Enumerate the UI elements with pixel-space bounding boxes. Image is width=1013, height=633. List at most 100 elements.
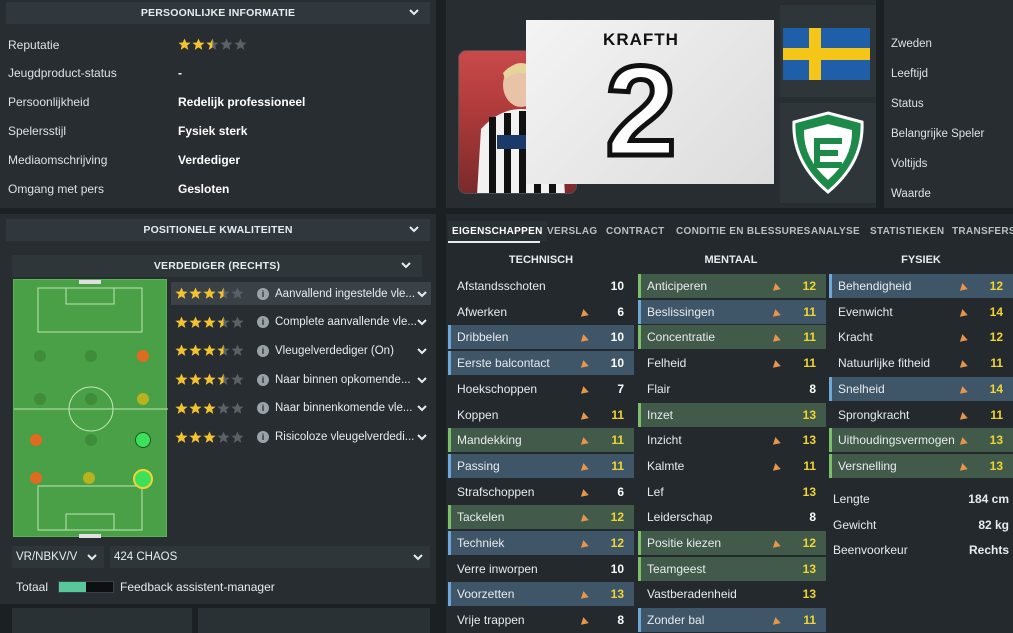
role-select[interactable]: VR/NBKV/V	[12, 546, 104, 568]
progress-arrow-icon	[770, 434, 784, 446]
position-select[interactable]: VERDEDIGER (RECHTS)	[12, 255, 422, 277]
pitch-position-dot[interactable]	[85, 350, 97, 362]
tab-statistieken[interactable]: STATISTIEKEN	[866, 221, 948, 241]
side-info-row: Status	[891, 98, 924, 110]
pitch-position-dot[interactable]	[135, 432, 151, 448]
technical-attribute-row[interactable]: Vrije trappen 8	[448, 608, 634, 632]
pitch-position-dot[interactable]	[85, 393, 97, 405]
physical-attribute-row[interactable]: Snelheid 14	[829, 376, 1013, 401]
mental-attribute-row[interactable]: Felheid 11	[638, 351, 826, 375]
technical-attribute-row[interactable]: Eerste balcontact 10	[448, 351, 634, 376]
technical-attribute-row[interactable]: Afstandsschoten 10	[448, 274, 634, 298]
side-info-row: Leeftijd	[891, 68, 929, 80]
role-row[interactable]: i Naar binnenkomende vle...	[171, 397, 431, 420]
technical-attribute-row[interactable]: Mandekking 11	[448, 428, 634, 453]
side-info-row: Voltijds	[891, 158, 928, 170]
pitch-position-dot[interactable]	[34, 350, 46, 362]
physical-attribute-row[interactable]: Natuurlijke fitheid 11	[829, 351, 1013, 375]
attribute-name: Verre inworpen	[457, 561, 538, 576]
technical-attribute-row[interactable]: Dribbelen 10	[448, 325, 634, 350]
info-icon[interactable]: i	[257, 431, 269, 443]
pitch-position-dot[interactable]	[34, 393, 46, 405]
chevron-down-icon[interactable]	[416, 402, 428, 414]
pitch-position-dot[interactable]	[30, 434, 42, 446]
chevron-down-icon[interactable]	[416, 431, 428, 443]
tactic-select[interactable]: 424 CHAOS	[110, 546, 430, 568]
pitch-position-dot[interactable]	[137, 350, 149, 362]
tab-conditie-en-blessures[interactable]: CONDITIE EN BLESSURES	[672, 221, 815, 241]
attribute-name: Behendigheid	[838, 279, 912, 293]
mental-attribute-row[interactable]: Concentratie 11	[638, 325, 826, 350]
star-icon	[175, 287, 188, 300]
physical-attribute-row[interactable]: Evenwicht 14	[829, 300, 1013, 324]
attribute-value: 7	[617, 381, 624, 396]
technical-attribute-row[interactable]: Afwerken 6	[448, 300, 634, 324]
tab-analyse[interactable]: ANALYSE	[807, 221, 864, 241]
info-icon[interactable]: i	[257, 373, 269, 386]
role-row[interactable]: i Complete aanvallende vle...	[171, 311, 431, 334]
role-row[interactable]: i Vleugelverdediger (On)	[171, 339, 431, 362]
star-icon	[234, 38, 247, 51]
physical-attribute-row[interactable]: Uithoudingsvermogen 13	[829, 428, 1013, 453]
chevron-down-icon[interactable]	[86, 551, 98, 563]
mental-attribute-row[interactable]: Kalmte 11	[638, 454, 826, 478]
chevron-down-icon[interactable]	[408, 223, 420, 235]
tab-contract[interactable]: CONTRACT	[602, 221, 669, 241]
technical-attribute-row[interactable]: Hoekschoppen 7	[448, 377, 634, 401]
pitch-position-dot[interactable]	[30, 472, 42, 484]
technical-attribute-row[interactable]: Verre inworpen 10	[448, 557, 634, 581]
info-icon[interactable]: i	[257, 402, 269, 415]
personal-info-row: Mediaomschrijving Verdediger	[8, 145, 428, 174]
mental-attribute-row[interactable]: Lef 13	[638, 480, 826, 504]
tab-verslag[interactable]: VERSLAG	[543, 221, 601, 241]
role-row[interactable]: i Aanvallend ingestelde vle...	[171, 282, 431, 305]
positional-header[interactable]: POSITIONELE KWALITEITEN	[6, 219, 430, 241]
pitch-position-dot[interactable]	[85, 434, 97, 446]
physical-attribute-row[interactable]: Behendigheid 12	[829, 274, 1013, 298]
tab-transfers[interactable]: TRANSFERS	[948, 221, 1013, 241]
star-icon	[220, 38, 233, 51]
technical-attribute-row[interactable]: Koppen 11	[448, 403, 634, 427]
chevron-down-icon[interactable]	[416, 288, 428, 300]
physical-attribute-row[interactable]: Sprongkracht 11	[829, 403, 1013, 427]
mental-attribute-row[interactable]: Teamgeest 13	[638, 556, 826, 581]
attribute-value: 13	[610, 587, 624, 602]
role-row[interactable]: i Risicoloze vleugelverdedi...	[171, 426, 431, 449]
technical-attribute-row[interactable]: Strafschoppen 6	[448, 480, 634, 504]
physical-attribute-row[interactable]: Versnelling 13	[829, 453, 1013, 478]
chevron-down-icon[interactable]	[408, 6, 420, 18]
chevron-down-icon[interactable]	[412, 551, 424, 563]
physical-attribute-row[interactable]: Kracht 12	[829, 325, 1013, 349]
technical-attribute-row[interactable]: Tackelen 12	[448, 505, 634, 530]
info-icon[interactable]: i	[257, 344, 269, 357]
chevron-down-icon[interactable]	[416, 345, 428, 357]
mental-attribute-row[interactable]: Anticiperen 12	[638, 274, 826, 298]
attribute-value: 10	[610, 356, 624, 371]
info-icon[interactable]: i	[257, 316, 269, 329]
feedback-label[interactable]: Feedback assistent-manager	[120, 580, 275, 594]
mental-attribute-row[interactable]: Vastberadenheid 13	[638, 582, 826, 606]
chevron-down-icon[interactable]	[416, 374, 428, 386]
side-info-row: Zweden	[891, 38, 932, 50]
mental-attribute-row[interactable]: Flair 8	[638, 377, 826, 401]
mental-attribute-row[interactable]: Inzicht 13	[638, 428, 826, 452]
mental-attribute-row[interactable]: Zonder bal 11	[638, 608, 826, 633]
mental-attribute-row[interactable]: Leiderschap 8	[638, 505, 826, 529]
chevron-down-icon[interactable]	[416, 316, 428, 328]
mental-attribute-row[interactable]: Beslissingen 11	[638, 299, 826, 324]
personal-info-header[interactable]: PERSOONLIJKE INFORMATIE	[6, 2, 430, 24]
technical-attribute-row[interactable]: Techniek 12	[448, 531, 634, 555]
technical-attribute-row[interactable]: Passing 11	[448, 453, 634, 478]
chevron-down-icon[interactable]	[400, 259, 412, 271]
mental-attribute-row[interactable]: Inzet 13	[638, 402, 826, 427]
pitch-position-dot-selected[interactable]	[133, 469, 153, 489]
pitch-position-dot[interactable]	[83, 472, 95, 484]
attribute-value: 13	[802, 407, 816, 422]
role-row[interactable]: i Naar binnen opkomende...	[171, 368, 431, 391]
personal-info-label: Mediaomschrijving	[8, 152, 108, 167]
pitch-position-dot[interactable]	[137, 393, 149, 405]
technical-attribute-row[interactable]: Voorzetten 13	[448, 582, 634, 607]
info-icon[interactable]: i	[257, 287, 269, 300]
mental-attribute-row[interactable]: Positie kiezen 12	[638, 531, 826, 555]
tab-eigenschappen[interactable]: EIGENSCHAPPEN	[448, 221, 547, 241]
